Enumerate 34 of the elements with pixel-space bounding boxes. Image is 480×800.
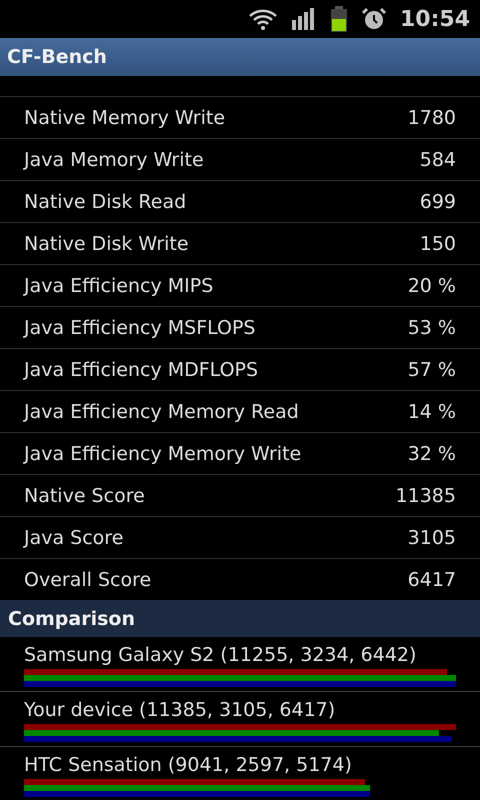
app-title-bar: CF-Bench	[0, 38, 480, 76]
result-value: 53 %	[408, 316, 456, 338]
result-label: Java Efficiency Memory Write	[24, 442, 302, 464]
wifi-icon	[248, 7, 278, 31]
device-label: Samsung Galaxy S2 (11255, 3234, 6442)	[24, 644, 418, 666]
result-label: Java Memory Write	[24, 148, 204, 170]
result-label: Native Disk Write	[24, 232, 189, 254]
result-value: 6417	[408, 568, 456, 590]
result-value: 57 %	[408, 358, 456, 380]
result-label: Native Memory Write	[24, 106, 226, 128]
result-value: 3105	[408, 526, 456, 548]
result-value: 14 %	[408, 400, 456, 422]
result-label: Overall Score	[24, 568, 152, 590]
result-value: 20 %	[408, 274, 456, 296]
result-label: Java Efficiency Memory Read	[24, 400, 299, 422]
result-label: Java Efficiency MSFLOPS	[24, 316, 256, 338]
section-header: Comparison	[0, 600, 480, 637]
device-label: Your device (11385, 3105, 6417)	[24, 699, 336, 721]
result-label: Java Efficiency MDFLOPS	[24, 358, 258, 380]
signal-icon	[292, 8, 316, 30]
device-label: HTC Sensation (9041, 2597, 5174)	[24, 754, 353, 776]
result-value: 32 %	[408, 442, 456, 464]
result-value: 11385	[396, 484, 456, 506]
clock-time: 10:54	[400, 6, 470, 32]
result-label: Native Score	[24, 484, 145, 506]
result-label: Native Disk Read	[24, 190, 186, 212]
result-label: Java Score	[24, 526, 124, 548]
battery-icon	[330, 6, 348, 32]
result-value: 1780	[408, 106, 456, 128]
alarm-clock-icon	[362, 7, 386, 31]
result-value: 699	[420, 190, 456, 212]
result-value: 584	[420, 148, 456, 170]
result-value: 150	[420, 232, 456, 254]
result-label: Java Efficiency MIPS	[24, 274, 214, 296]
